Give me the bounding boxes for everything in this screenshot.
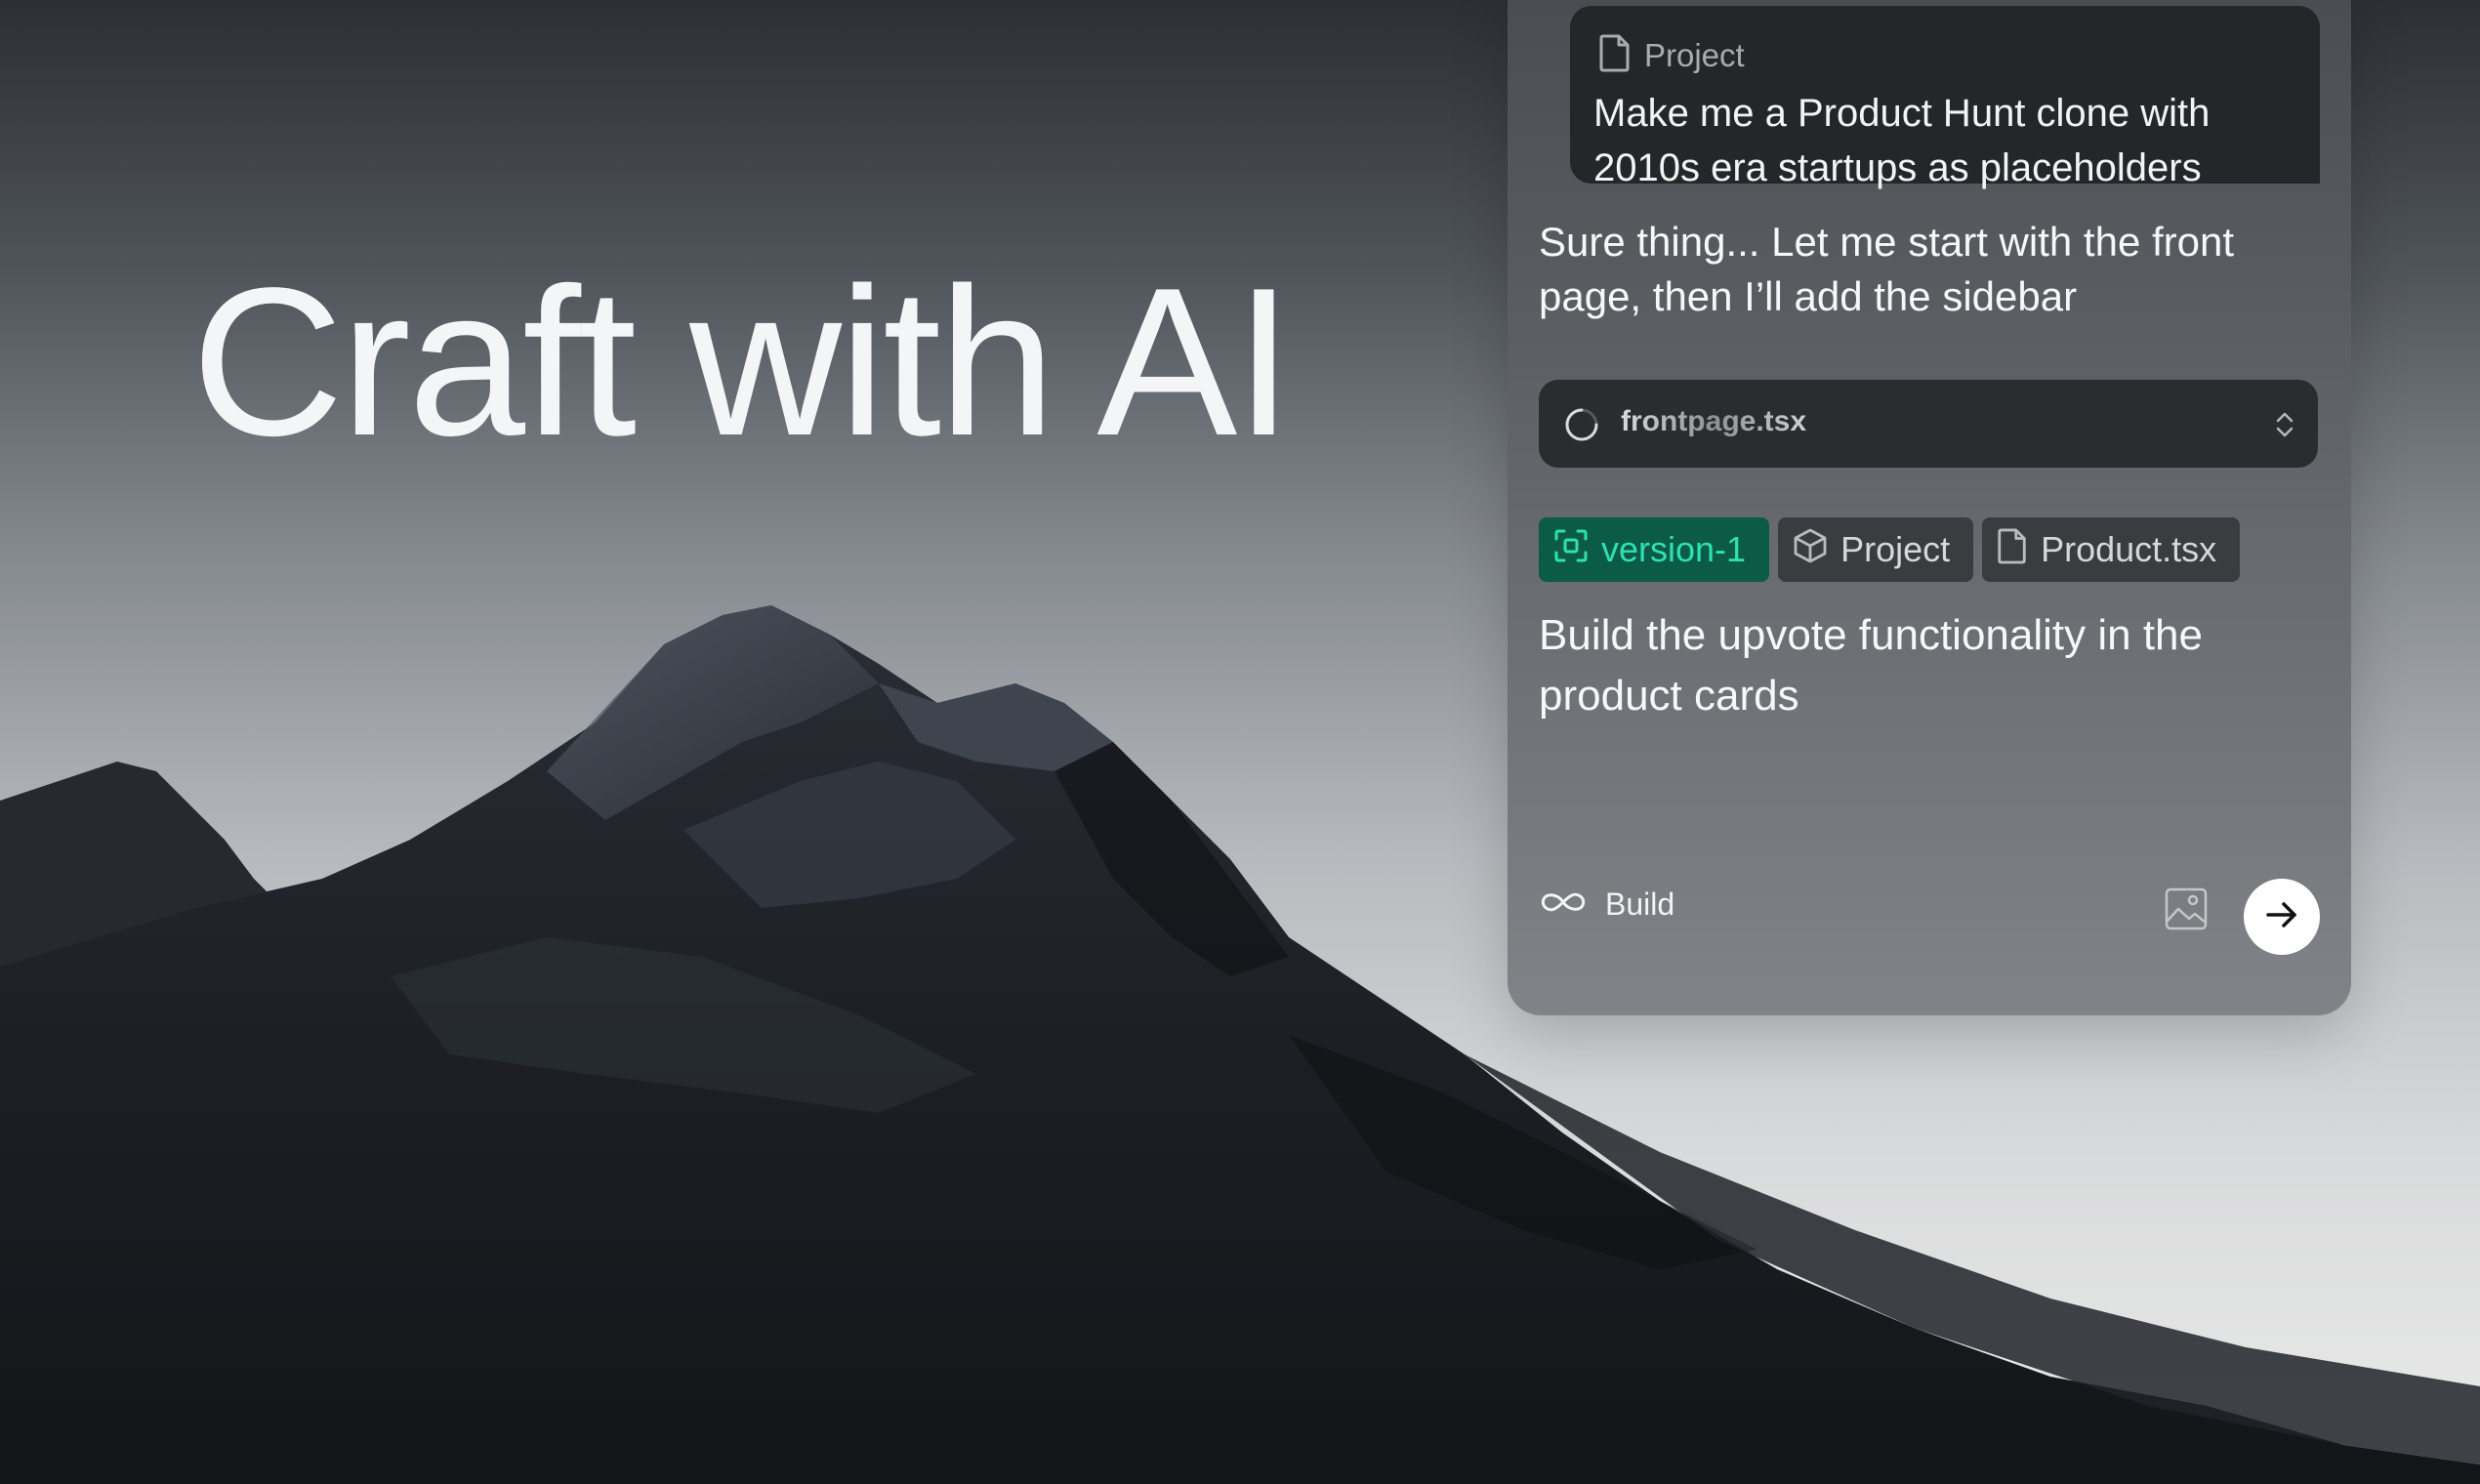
focus-frame-icon [1552,527,1590,573]
spinner-icon [1562,405,1601,449]
context-chip-file[interactable]: Product.tsx [1982,517,2241,582]
arrow-right-icon [2262,895,2301,939]
context-chip-version[interactable]: version-1 [1539,517,1770,582]
context-chip-label: version-1 [1601,529,1747,569]
attachment-label: Project [1644,36,1745,73]
file-status-name: frontpage.tsx [1621,405,1807,437]
prompt-input[interactable]: Build the upvote functionality in the pr… [1539,605,2300,726]
context-chip-label: Project [1840,529,1951,569]
mode-label: Build [1605,886,1675,922]
send-button[interactable] [2244,879,2320,955]
mode-selector[interactable]: Build [1539,886,1674,923]
context-chip-project[interactable]: Project [1778,517,1974,582]
file-status-row[interactable]: frontpage.tsx [1539,380,2318,468]
infinity-icon [1539,888,1588,921]
image-upload-icon[interactable] [2164,886,2209,936]
ai-chat-panel: Project Make me a Product Hunt clone wit… [1508,0,2351,1015]
assistant-message-text: Sure thing... Let me start with the fron… [1539,219,2235,319]
user-message-bubble: Project Make me a Product Hunt clone wit… [1570,6,2320,189]
context-chip-label: Product.tsx [2041,529,2217,569]
cube-icon [1792,527,1829,573]
expand-chevron-icon[interactable] [2273,407,2296,447]
context-chips: version-1 Project Product.tsx [1539,517,2241,582]
attachment-chip[interactable]: Project [1597,33,1745,77]
user-message-text: Make me a Product Hunt clone with 2010s … [1593,92,2211,189]
file-icon [1597,33,1633,77]
file-icon [1996,526,2029,574]
hero-title: Craft with AI [191,243,1293,479]
